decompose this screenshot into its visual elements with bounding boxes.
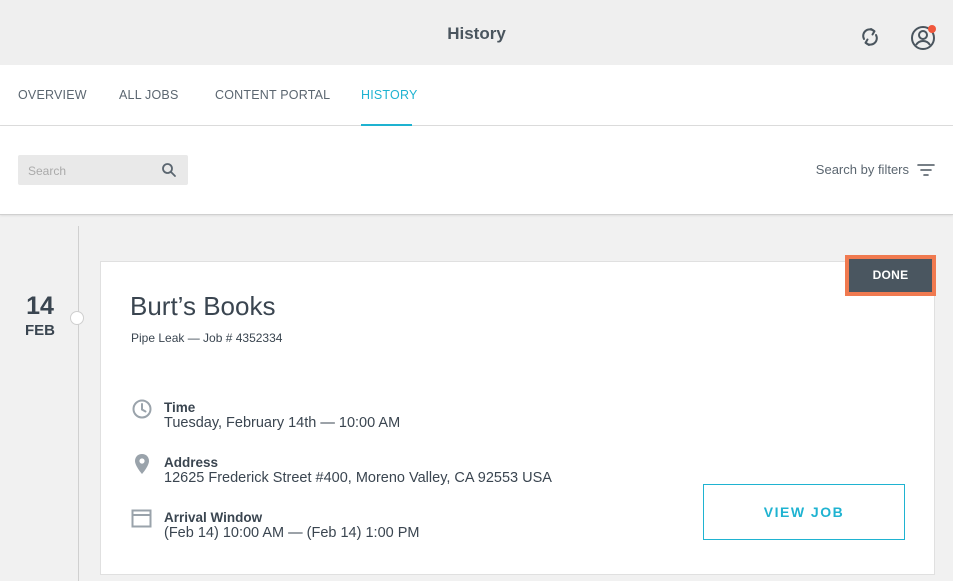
notification-badge xyxy=(928,25,936,33)
calendar-icon xyxy=(131,509,152,528)
top-bar: History xyxy=(0,0,953,65)
time-value: Tuesday, February 14th — 10:00 AM xyxy=(164,415,401,431)
address-value: 12625 Frederick Street #400, Moreno Vall… xyxy=(164,470,552,486)
filters-label: Search by filters xyxy=(815,162,909,177)
done-status-badge[interactable]: DONE xyxy=(849,259,932,292)
location-pin-icon xyxy=(135,454,149,474)
search-box xyxy=(18,155,188,187)
tab-history[interactable]: HISTORY xyxy=(361,88,418,102)
clock-icon xyxy=(132,399,152,419)
arrival-window-label: Arrival Window xyxy=(164,510,263,525)
timeline-line xyxy=(78,226,79,581)
done-highlight: DONE xyxy=(845,255,936,296)
date-month: FEB xyxy=(25,322,55,339)
tab-content-portal[interactable]: CONTENT PORTAL xyxy=(215,88,330,102)
date-day: 14 xyxy=(26,292,54,320)
tab-overview[interactable]: OVERVIEW xyxy=(18,88,87,102)
view-job-button[interactable]: VIEW JOB xyxy=(703,484,905,540)
profile-icon[interactable] xyxy=(909,23,937,51)
sync-icon[interactable] xyxy=(858,25,882,49)
address-label: Address xyxy=(164,455,219,470)
search-by-filters-button[interactable]: Search by filters xyxy=(816,162,935,177)
tab-bar: OVERVIEW ALL JOBS CONTENT PORTAL HISTORY xyxy=(0,65,953,127)
search-icon[interactable] xyxy=(161,162,177,178)
job-title: Burt’s Books xyxy=(130,291,276,321)
tab-all-jobs[interactable]: ALL JOBS xyxy=(119,88,179,102)
arrival-window-value: (Feb 14) 10:00 AM — (Feb 14) 1:00 PM xyxy=(164,525,420,541)
filter-bar: Search by filters xyxy=(0,126,953,215)
filter-icon xyxy=(917,163,935,176)
time-label: Time xyxy=(164,400,196,415)
search-input[interactable] xyxy=(18,155,160,187)
timeline-dot xyxy=(70,311,84,325)
job-subtitle: Pipe Leak — Job # 4352334 xyxy=(131,331,283,345)
page-title: History xyxy=(447,24,506,43)
